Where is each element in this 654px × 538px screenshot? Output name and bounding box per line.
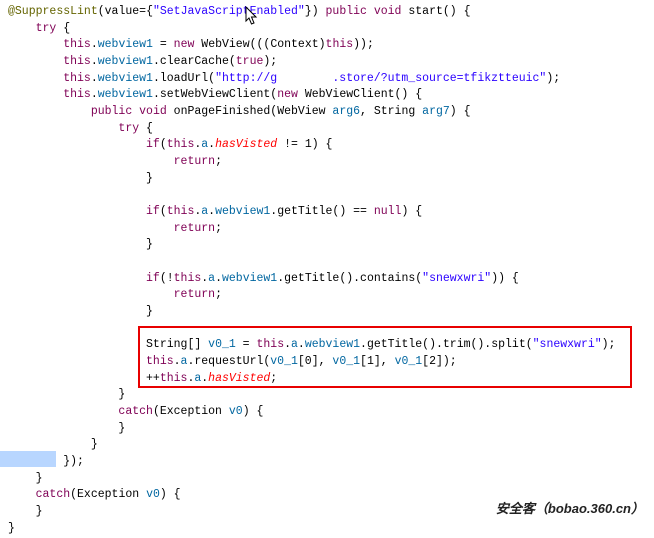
line: try { bbox=[8, 122, 153, 135]
line: if(this.a.hasVisted != 1) { bbox=[8, 138, 332, 151]
line: } bbox=[8, 438, 98, 451]
line: return; bbox=[8, 222, 222, 235]
line: } bbox=[8, 505, 43, 518]
line: return; bbox=[8, 155, 222, 168]
line: } bbox=[8, 522, 15, 535]
line: this.webview1.setWebViewClient(new WebVi… bbox=[8, 88, 422, 101]
line: } bbox=[8, 472, 43, 485]
line: this.webview1 = new WebView(((Context)th… bbox=[8, 38, 374, 51]
line: @SuppressLint(value={"SetJavaScriptEnabl… bbox=[8, 5, 470, 18]
line: catch(Exception v0) { bbox=[8, 488, 181, 501]
line: } bbox=[8, 422, 125, 435]
code-block: @SuppressLint(value={"SetJavaScriptEnabl… bbox=[0, 0, 654, 538]
line: if(this.a.webview1.getTitle() == null) { bbox=[8, 205, 422, 218]
line: String[] v0_1 = this.a.webview1.getTitle… bbox=[8, 338, 615, 351]
line: this.webview1.clearCache(true); bbox=[8, 55, 277, 68]
line: } bbox=[8, 238, 153, 251]
line: } bbox=[8, 388, 125, 401]
line: } bbox=[8, 172, 153, 185]
line: try { bbox=[8, 22, 70, 35]
watermark: 安全客（bobao.360.cn） bbox=[496, 498, 644, 517]
line: catch(Exception v0) { bbox=[8, 405, 263, 418]
line: if(!this.a.webview1.getTitle().contains(… bbox=[8, 272, 519, 285]
line: ++this.a.hasVisted; bbox=[8, 372, 277, 385]
line: public void onPageFinished(WebView arg6,… bbox=[8, 105, 471, 118]
line: }); bbox=[8, 455, 84, 468]
line: } bbox=[8, 305, 153, 318]
line: this.webview1.loadUrl("http://g .store/?… bbox=[8, 72, 560, 85]
line: this.a.requestUrl(v0_1[0], v0_1[1], v0_1… bbox=[8, 355, 457, 368]
line: return; bbox=[8, 288, 222, 301]
